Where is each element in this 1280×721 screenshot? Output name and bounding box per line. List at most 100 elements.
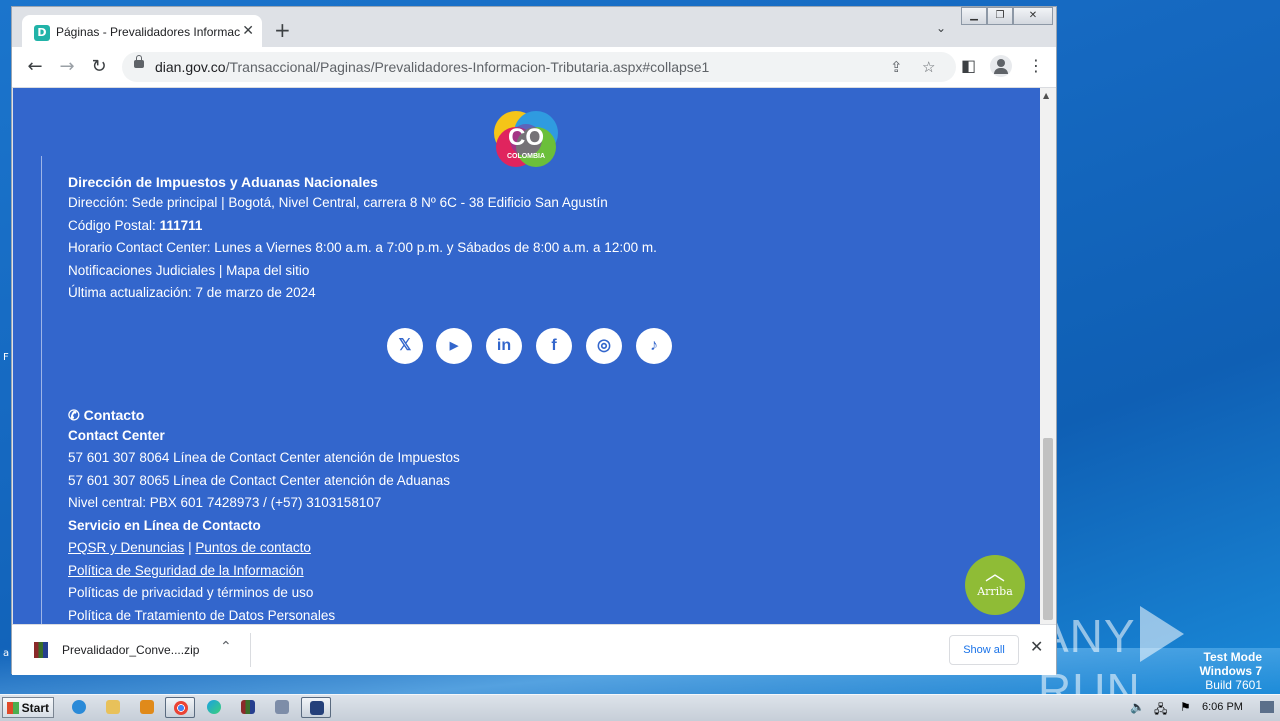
chevron-up-icon[interactable]: ⌃ <box>220 639 232 655</box>
url-path: /Transaccional/Paginas/Prevalidadores-In… <box>225 59 710 75</box>
show-desktop-icon[interactable] <box>1260 701 1274 713</box>
phone-customs: 57 601 307 8065 Línea de Contact Center … <box>68 473 451 488</box>
close-window-button[interactable]: ✕ <box>1013 7 1053 25</box>
profile-avatar-icon[interactable] <box>990 55 1012 77</box>
instagram-social-button[interactable]: ◎ <box>586 328 622 364</box>
pqsr-link[interactable]: PQSR y Denuncias <box>68 540 184 555</box>
central-phone: Nivel central: PBX 601 7428973 / (+57) 3… <box>68 495 382 510</box>
back-button[interactable]: ← <box>24 56 46 78</box>
url-text[interactable]: dian.gov.co/Transaccional/Paginas/Preval… <box>155 59 709 75</box>
taskbar: Start 🔈 🖧 ⚑ 6:06 PM <box>0 694 1280 721</box>
page-content: CO COLOMBIA Dirección de Impuestos y Adu… <box>13 88 1040 624</box>
online-contact-title: Servicio en Línea de Contacto <box>68 518 261 533</box>
browser-window: D Páginas - Prevalidadores Informacion T… <box>11 6 1057 675</box>
close-tab-icon[interactable]: ✕ <box>242 23 254 39</box>
chrome-taskbar-icon[interactable] <box>165 697 195 718</box>
scroll-up-arrow-icon[interactable]: ▲ <box>1043 91 1049 100</box>
link-separator: | <box>184 540 196 555</box>
address-text: Dirección: Sede principal | Bogotá, Nive… <box>68 195 608 210</box>
postal-code: 111711 <box>159 218 203 233</box>
start-button[interactable]: Start <box>2 697 54 718</box>
security-policy-link[interactable]: Política de Seguridad de la Información <box>68 563 304 578</box>
tab-strip: D Páginas - Prevalidadores Informacion T… <box>12 7 1056 49</box>
edge-taskbar-icon[interactable] <box>199 697 229 718</box>
contact-center-title: Contact Center <box>68 428 165 443</box>
colombia-co-logo: CO COLOMBIA <box>494 111 558 167</box>
youtube-icon: ▶ <box>449 340 459 352</box>
close-download-bar-icon[interactable]: ✕ <box>1030 637 1043 656</box>
tiktok-social-button[interactable]: ♪ <box>636 328 672 364</box>
youtube-social-button[interactable]: ▶ <box>436 328 472 364</box>
instagram-icon: ◎ <box>597 337 611 354</box>
url-host: dian.gov.co <box>155 59 226 75</box>
facebook-social-button[interactable]: f <box>536 328 572 364</box>
linkedin-social-button[interactable]: in <box>486 328 522 364</box>
data-policy-link[interactable]: Política de Tratamiento de Datos Persona… <box>68 608 335 623</box>
facebook-icon: f <box>551 337 557 354</box>
start-label: Start <box>21 701 49 715</box>
notifications-link[interactable]: Notificaciones Judiciales | Mapa del sit… <box>68 263 309 278</box>
contact-hours-text: Horario Contact Center: Lunes a Viernes … <box>68 240 657 255</box>
phone-taxes: 57 601 307 8064 Línea de Contact Center … <box>68 450 460 465</box>
download-bar: Prevalidador_Conve....zip ⌃ Show all ✕ <box>12 624 1056 675</box>
browser-toolbar: ← → ↻ dian.gov.co/Transaccional/Paginas/… <box>12 47 1056 88</box>
minimize-button[interactable]: ▁ <box>961 7 987 25</box>
bookmark-star-icon[interactable]: ☆ <box>922 58 935 76</box>
new-tab-button[interactable]: + <box>274 20 291 40</box>
chevron-up-icon: ︿ <box>985 563 1005 585</box>
scrollbar-thumb[interactable] <box>1043 438 1053 620</box>
windows-logo-icon <box>7 702 19 714</box>
media-player-taskbar-icon[interactable] <box>132 697 162 718</box>
linkedin-icon: in <box>496 337 512 354</box>
windows-test-mode-watermark: Test Mode Windows 7 Build 7601 <box>1199 650 1262 692</box>
file-explorer-taskbar-icon[interactable] <box>98 697 128 718</box>
watermark-line: Test Mode <box>1203 650 1262 664</box>
phone-icon: ✆ <box>68 407 84 423</box>
contact-points-link[interactable]: Puntos de contacto <box>195 540 311 555</box>
lock-icon[interactable] <box>134 55 144 68</box>
reload-button[interactable]: ↻ <box>88 56 110 78</box>
contact-title: Contacto <box>83 407 145 423</box>
vertical-scrollbar[interactable]: ▲ <box>1040 88 1056 624</box>
browser-tab[interactable]: D Páginas - Prevalidadores Informacion T… <box>22 15 262 49</box>
winrar-taskbar-icon[interactable] <box>233 697 263 718</box>
menu-kebab-icon[interactable]: ⋮ <box>1028 56 1044 75</box>
watermark-line: Windows 7 <box>1199 664 1262 678</box>
postal-label: Código Postal: <box>68 218 160 233</box>
logo-subtext: COLOMBIA <box>507 153 545 160</box>
share-icon[interactable]: ⇪ <box>890 58 903 76</box>
back-to-top-label: Arriba <box>977 585 1013 598</box>
maximize-button[interactable]: ❐ <box>987 7 1013 25</box>
x-icon: 𝕏 <box>398 337 412 354</box>
back-to-top-button[interactable]: ︿ Arriba <box>965 555 1025 615</box>
archive-file-icon <box>34 642 48 658</box>
system-tray: 🔈 🖧 ⚑ <box>1122 697 1278 719</box>
last-update-text: Última actualización: 7 de marzo de 2024 <box>68 285 316 300</box>
logo-text: CO <box>508 124 544 151</box>
org-name: Dirección de Impuestos y Aduanas Naciona… <box>68 174 378 190</box>
x-social-button[interactable]: 𝕏 <box>387 328 423 364</box>
tab-search-chevron-icon[interactable]: ⌄ <box>936 21 946 35</box>
play-icon <box>1139 606 1184 662</box>
installer-taskbar-icon[interactable] <box>301 697 331 718</box>
privacy-link[interactable]: Políticas de privacidad y términos de us… <box>68 585 313 600</box>
contact-heading: ✆ Contacto <box>68 407 144 424</box>
watermark-line: Build 7601 <box>1205 678 1262 692</box>
desktop-edge-text: a <box>3 648 10 659</box>
download-file-name[interactable]: Prevalidador_Conve....zip <box>62 643 199 657</box>
program-taskbar-icon[interactable] <box>267 697 297 718</box>
footer-divider-line <box>41 156 42 624</box>
tab-title: Páginas - Prevalidadores Informacion Tri… <box>56 25 240 39</box>
tiktok-icon: ♪ <box>650 337 658 354</box>
dian-favicon-icon: D <box>34 25 50 41</box>
volume-icon[interactable]: 🔈 <box>1130 700 1145 714</box>
internet-explorer-taskbar-icon[interactable] <box>64 697 94 718</box>
network-icon[interactable]: 🖧 <box>1154 700 1167 721</box>
address-bar[interactable]: dian.gov.co/Transaccional/Paginas/Preval… <box>122 52 956 82</box>
show-all-button[interactable]: Show all <box>949 635 1019 665</box>
taskbar-clock[interactable]: 6:06 PM <box>1202 701 1243 713</box>
side-panel-icon[interactable]: ◧ <box>961 56 976 75</box>
forward-button[interactable]: → <box>56 56 78 78</box>
action-center-flag-icon[interactable]: ⚑ <box>1180 700 1191 714</box>
pqsr-line: PQSR y Denuncias | Puntos de contacto <box>68 540 311 555</box>
